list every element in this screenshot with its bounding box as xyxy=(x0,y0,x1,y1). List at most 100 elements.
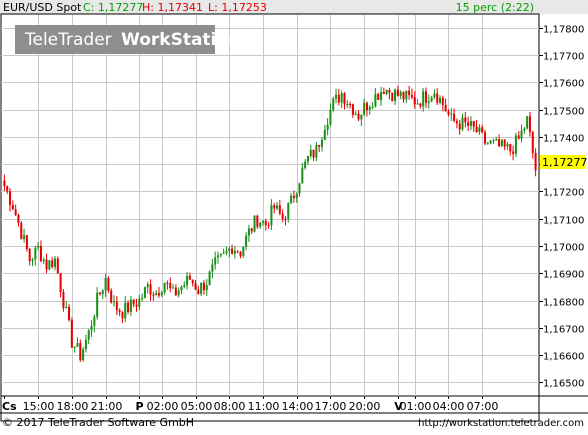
candle-up xyxy=(290,195,293,203)
candle-down xyxy=(188,275,191,280)
candle-up xyxy=(90,325,93,331)
candle-down xyxy=(436,93,439,103)
y-tick-label: 1,17800 xyxy=(543,25,584,36)
candle-down xyxy=(284,219,287,221)
candle-up xyxy=(323,129,326,140)
candle-up xyxy=(394,89,397,102)
candle-down xyxy=(281,213,284,220)
candle-up xyxy=(450,113,453,115)
candle-down xyxy=(62,292,65,308)
candlestick-chart: EUR/USD Spot C: 1,17277 H: 1,17341 L: 1,… xyxy=(0,0,588,431)
candle-up xyxy=(492,140,495,142)
candle-down xyxy=(312,149,315,158)
candle-down xyxy=(174,287,177,296)
candle-up xyxy=(306,155,309,162)
x-tick-label: 18:00 xyxy=(57,400,89,413)
candle-up xyxy=(439,97,442,103)
candle-up xyxy=(160,292,163,296)
candle-up xyxy=(259,222,262,227)
copyright-text: © 2017 TeleTrader Software GmbH xyxy=(2,416,194,429)
candle-up xyxy=(486,143,489,145)
candle-up xyxy=(82,349,85,361)
candle-up xyxy=(329,109,332,125)
candle-up xyxy=(500,139,503,147)
candle-up xyxy=(363,102,366,115)
candle-up xyxy=(340,93,343,103)
x-tick-label: 20:00 xyxy=(349,400,381,413)
candle-down xyxy=(464,117,467,123)
candle-down xyxy=(509,144,512,152)
candle-up xyxy=(368,106,371,110)
candle-up xyxy=(208,271,211,286)
candle-down xyxy=(236,250,239,252)
candle-up xyxy=(186,275,189,286)
candle-up xyxy=(380,91,383,100)
candle-down xyxy=(169,282,172,289)
candle-up xyxy=(261,220,264,223)
candle-down xyxy=(351,104,354,115)
candle-up xyxy=(523,128,526,131)
candle-down xyxy=(382,91,385,95)
y-tick-label: 1,16900 xyxy=(543,270,584,281)
candle-up xyxy=(247,228,250,236)
candle-up xyxy=(200,282,203,294)
y-tick-label: 1,17700 xyxy=(543,52,584,63)
instrument-label: EUR/USD Spot xyxy=(3,1,82,14)
candle-down xyxy=(152,294,155,296)
candle-down xyxy=(413,97,416,105)
candle-down xyxy=(194,283,197,290)
candle-down xyxy=(25,235,28,250)
y-tick-label: 1,17400 xyxy=(543,134,584,145)
candle-up xyxy=(113,301,116,303)
candle-down xyxy=(503,139,506,147)
candle-up xyxy=(245,235,248,247)
candle-down xyxy=(6,186,9,192)
candle-down xyxy=(292,195,295,198)
candle-up xyxy=(180,286,183,291)
candle-down xyxy=(45,259,48,270)
candle-down xyxy=(70,320,73,348)
candle-up xyxy=(163,282,166,293)
candle-down xyxy=(419,103,422,107)
candle-down xyxy=(357,113,360,120)
candle-up xyxy=(385,89,388,95)
x-tick-label: Cs xyxy=(2,400,17,413)
candle-down xyxy=(528,116,531,133)
candle-up xyxy=(23,235,26,240)
candle-up xyxy=(320,139,324,147)
candle-up xyxy=(155,293,158,296)
candle-down xyxy=(115,301,118,311)
candle-down xyxy=(391,92,394,102)
candle-down xyxy=(388,89,391,93)
candle-up xyxy=(298,183,301,194)
candle-down xyxy=(51,260,54,267)
x-tick-label: P xyxy=(135,400,143,413)
candle-up xyxy=(469,121,472,126)
x-tick-label: 04:00 xyxy=(433,400,465,413)
candle-up xyxy=(335,94,338,99)
y-tick-label: 1,17500 xyxy=(543,107,584,118)
interval-label: 15 perc (2:22) xyxy=(456,1,534,14)
candle-down xyxy=(28,249,31,262)
candle-up xyxy=(222,252,225,254)
candle-up xyxy=(53,258,57,267)
candle-up xyxy=(346,104,349,106)
candle-down xyxy=(377,93,380,100)
candle-up xyxy=(461,117,464,130)
candle-down xyxy=(149,284,152,295)
x-tick-label: 21:00 xyxy=(91,400,123,413)
candle-down xyxy=(534,153,537,171)
candle-up xyxy=(433,93,436,98)
candle-down xyxy=(135,304,138,307)
candle-down xyxy=(410,95,413,98)
y-tick-label: 1,17600 xyxy=(543,79,584,90)
candle-down xyxy=(424,91,427,103)
candle-up xyxy=(31,259,34,262)
candle-up xyxy=(360,114,363,120)
candle-up xyxy=(242,246,245,257)
y-tick-label: 1,16700 xyxy=(543,325,584,336)
candle-up xyxy=(225,250,228,253)
candle-down xyxy=(256,215,259,227)
candle-down xyxy=(9,191,12,205)
x-tick-label: 08:00 xyxy=(214,400,246,413)
